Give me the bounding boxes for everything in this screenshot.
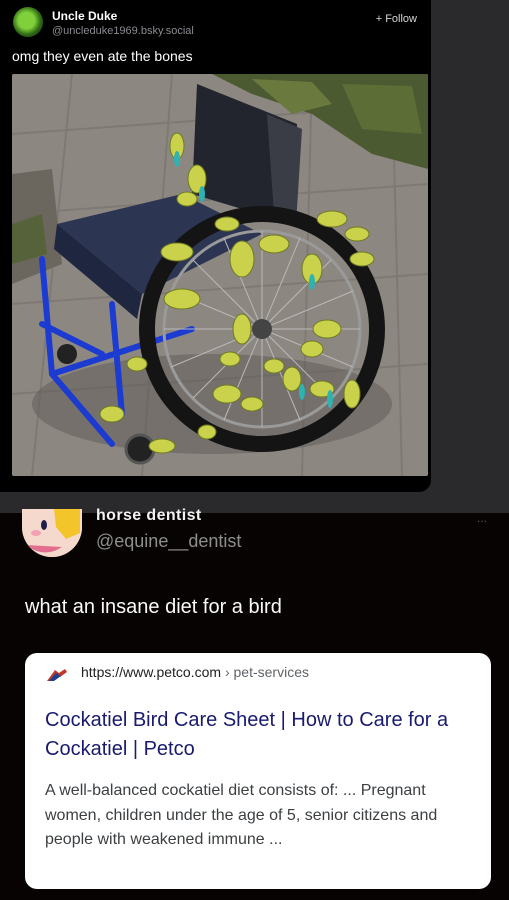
author-handle[interactable]: @uncleduke1969.bsky.social [52, 25, 194, 37]
tweet-post: horse dentist ... @equine__dentist what … [0, 507, 509, 900]
wheelchair-budgies-photo [12, 74, 428, 476]
follow-button[interactable]: + Follow [376, 13, 417, 25]
post-text: omg they even ate the bones [12, 48, 193, 64]
petco-favicon-icon [47, 669, 67, 681]
post-image[interactable] [12, 74, 428, 476]
author-handle[interactable]: @equine__dentist [96, 531, 241, 552]
bluesky-post: Uncle Duke @uncleduke1969.bsky.social + … [0, 0, 431, 492]
search-result-card[interactable]: https://www.petco.com › pet-services Coc… [25, 653, 491, 889]
result-url[interactable]: https://www.petco.com › pet-services [81, 664, 309, 680]
post-text: what an insane diet for a bird [25, 596, 282, 618]
author-name[interactable]: Uncle Duke [52, 9, 117, 23]
kirby-avatar-icon [22, 509, 82, 557]
more-options-icon[interactable]: ... [477, 511, 487, 525]
result-title-link[interactable]: Cockatiel Bird Care Sheet | How to Care … [45, 706, 475, 764]
author-avatar[interactable] [13, 7, 43, 37]
author-avatar[interactable] [22, 509, 82, 557]
result-snippet: A well-balanced cockatiel diet consists … [45, 782, 438, 848]
breadcrumb-separator-icon: › [224, 664, 230, 680]
result-url-domain: https://www.petco.com [81, 664, 222, 680]
author-name[interactable]: horse dentist [96, 507, 202, 525]
result-url-path: pet-services [233, 664, 309, 680]
